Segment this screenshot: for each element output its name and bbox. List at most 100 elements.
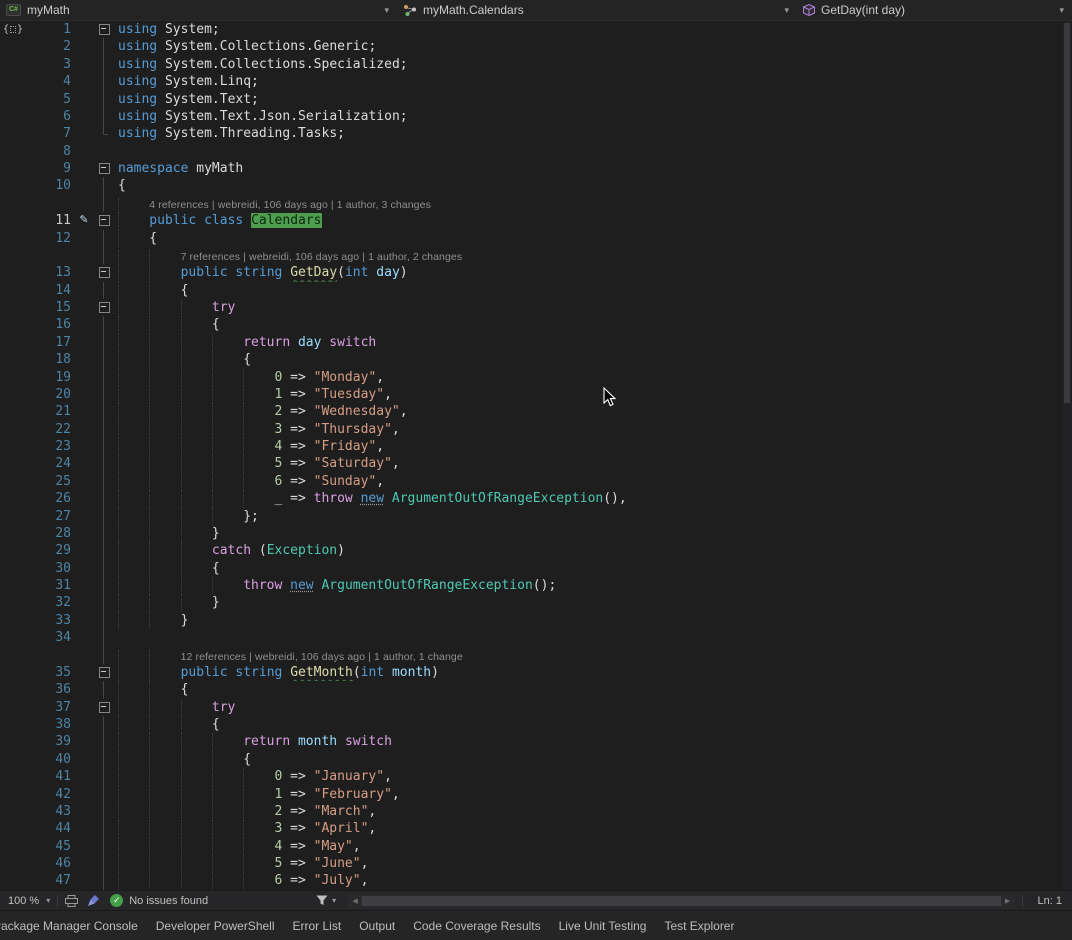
glyph-margin[interactable] <box>0 820 26 837</box>
code-line[interactable]: 27}; <box>0 508 1072 525</box>
code-line[interactable]: 35public string GetMonth(int month) <box>0 664 1072 681</box>
collapse-box-icon[interactable] <box>99 302 110 313</box>
code-line[interactable]: 14{ <box>0 282 1072 299</box>
code-text[interactable]: { <box>116 560 1072 577</box>
code-line[interactable]: 4using System.Linq; <box>0 73 1072 90</box>
code-line[interactable]: 190 => "Monday", <box>0 369 1072 386</box>
nav-dropdown-member[interactable]: GetDay(int day) ▾ <box>797 0 1072 20</box>
code-text[interactable]: 2 => "Wednesday", <box>116 403 1072 420</box>
glyph-margin[interactable] <box>0 143 26 160</box>
code-text[interactable]: 5 => "Saturday", <box>116 455 1072 472</box>
fold-margin[interactable] <box>92 316 116 333</box>
code-text[interactable]: { <box>116 351 1072 368</box>
fold-margin[interactable] <box>92 125 116 142</box>
glyph-margin[interactable] <box>0 403 26 420</box>
glyph-margin[interactable] <box>0 716 26 733</box>
fold-margin[interactable] <box>92 195 116 212</box>
code-text[interactable] <box>116 143 1072 160</box>
fold-margin[interactable] <box>92 38 116 55</box>
code-line[interactable]: 31throw new ArgumentOutOfRangeException(… <box>0 577 1072 594</box>
codelens-line[interactable]: 7 references | webreidi, 106 days ago | … <box>0 247 1072 264</box>
code-text[interactable]: namespace myMath <box>116 160 1072 177</box>
glyph-margin[interactable] <box>0 803 26 820</box>
nav-dropdown-project[interactable]: C# myMath ▾ <box>0 0 397 20</box>
code-text[interactable]: using System.Threading.Tasks; <box>116 125 1072 142</box>
fold-margin[interactable] <box>92 838 116 855</box>
code-text[interactable]: using System.Collections.Specialized; <box>116 56 1072 73</box>
fold-margin[interactable] <box>92 594 116 611</box>
fold-margin[interactable] <box>92 699 116 716</box>
glyph-margin[interactable] <box>0 629 26 646</box>
code-line[interactable]: 34 <box>0 629 1072 646</box>
code-text[interactable]: 1 => "February", <box>116 786 1072 803</box>
glyph-margin[interactable] <box>0 91 26 108</box>
codelens-text[interactable]: 7 references | webreidi, 106 days ago | … <box>116 247 1072 264</box>
fold-margin[interactable] <box>92 473 116 490</box>
code-text[interactable]: 1 => "Tuesday", <box>116 386 1072 403</box>
panel-tab-package-manager-console[interactable]: Package Manager Console <box>0 919 147 933</box>
code-text[interactable]: }; <box>116 508 1072 525</box>
code-line[interactable]: 15try <box>0 299 1072 316</box>
glyph-margin[interactable] <box>0 316 26 333</box>
code-line[interactable]: 256 => "Sunday", <box>0 473 1072 490</box>
glyph-margin[interactable] <box>0 369 26 386</box>
code-line[interactable]: 421 => "February", <box>0 786 1072 803</box>
code-line[interactable]: 476 => "July", <box>0 872 1072 889</box>
fold-margin[interactable] <box>92 91 116 108</box>
chevron-down-icon[interactable]: ▾ <box>784 5 791 16</box>
fold-margin[interactable] <box>92 386 116 403</box>
fold-margin[interactable] <box>92 612 116 629</box>
code-text[interactable]: } <box>116 594 1072 611</box>
code-line[interactable]: 454 => "May", <box>0 838 1072 855</box>
code-text[interactable]: return month switch <box>116 733 1072 750</box>
code-line[interactable]: 8 <box>0 143 1072 160</box>
glyph-margin[interactable] <box>0 108 26 125</box>
panel-tab-code-coverage-results[interactable]: Code Coverage Results <box>404 919 549 933</box>
fold-margin[interactable] <box>92 160 116 177</box>
collapse-box-icon[interactable] <box>99 667 110 678</box>
glyph-margin[interactable] <box>0 160 26 177</box>
code-text[interactable]: using System.Text.Json.Serialization; <box>116 108 1072 125</box>
code-cleanup-broom-icon[interactable] <box>87 894 100 907</box>
glyph-margin[interactable] <box>0 473 26 490</box>
fold-margin[interactable] <box>92 803 116 820</box>
codelens-line[interactable]: 4 references | webreidi, 106 days ago | … <box>0 195 1072 212</box>
code-line[interactable]: 234 => "Friday", <box>0 438 1072 455</box>
code-line[interactable]: 37try <box>0 699 1072 716</box>
panel-tab-live-unit-testing[interactable]: Live Unit Testing <box>550 919 656 933</box>
collapse-box-icon[interactable] <box>99 267 110 278</box>
code-line[interactable]: 6using System.Text.Json.Serialization; <box>0 108 1072 125</box>
code-text[interactable]: using System.Collections.Generic; <box>116 38 1072 55</box>
code-line[interactable]: 36{ <box>0 681 1072 698</box>
fold-margin[interactable] <box>92 264 116 281</box>
fold-margin[interactable] <box>92 351 116 368</box>
glyph-margin[interactable] <box>0 247 26 264</box>
glyph-margin[interactable] <box>0 490 26 507</box>
glyph-margin[interactable] <box>0 525 26 542</box>
fold-margin[interactable] <box>92 56 116 73</box>
glyph-margin[interactable] <box>0 681 26 698</box>
code-text[interactable]: { <box>116 230 1072 247</box>
fold-margin[interactable] <box>92 872 116 889</box>
glyph-margin[interactable] <box>0 386 26 403</box>
codelens-text[interactable]: 12 references | webreidi, 106 days ago |… <box>116 647 1072 664</box>
code-line[interactable]: 223 => "Thursday", <box>0 421 1072 438</box>
panel-tab-output[interactable]: Output <box>350 919 404 933</box>
fold-margin[interactable] <box>92 21 116 38</box>
fold-margin[interactable] <box>92 768 116 785</box>
fold-margin[interactable] <box>92 525 116 542</box>
fold-margin[interactable] <box>92 143 116 160</box>
code-line[interactable]: 29catch (Exception) <box>0 542 1072 559</box>
code-line[interactable]: 5using System.Text; <box>0 91 1072 108</box>
glyph-margin[interactable] <box>0 577 26 594</box>
fold-margin[interactable] <box>92 716 116 733</box>
chevron-down-icon[interactable]: ▾ <box>1059 5 1066 16</box>
fold-margin[interactable] <box>92 299 116 316</box>
glyph-margin[interactable] <box>0 786 26 803</box>
code-text[interactable]: 6 => "Sunday", <box>116 473 1072 490</box>
horizontal-scrollbar[interactable]: ◀ ▶ <box>348 894 1014 908</box>
glyph-margin[interactable] <box>0 351 26 368</box>
glyph-margin[interactable] <box>0 560 26 577</box>
glyph-margin[interactable] <box>0 647 26 664</box>
code-text[interactable]: public class Calendars <box>116 212 1072 229</box>
